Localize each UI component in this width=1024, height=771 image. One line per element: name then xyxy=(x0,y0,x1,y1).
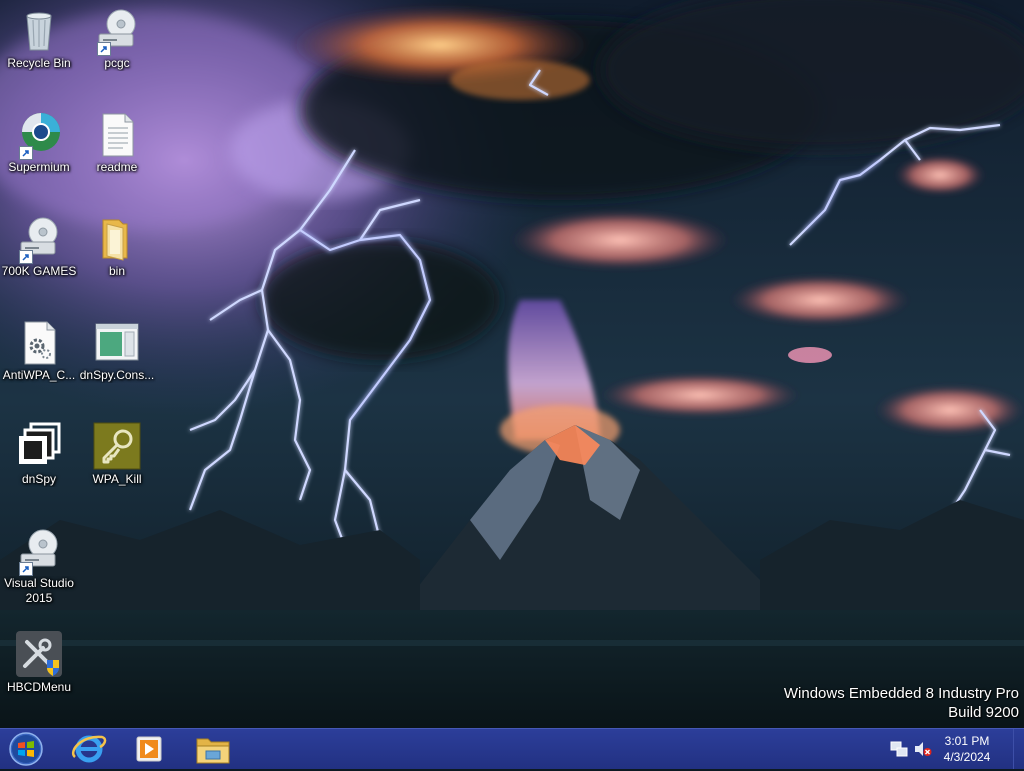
optical-drive-icon xyxy=(93,6,141,56)
desktop-icon-supermium[interactable]: Supermium xyxy=(0,110,78,210)
icon-label: Visual Studio 2015 xyxy=(4,576,74,605)
supermium-browser-icon xyxy=(15,110,63,160)
desktop-icon-wpa-kill[interactable]: WPA_Kill xyxy=(78,422,156,522)
os-edition-text: Windows Embedded 8 Industry Pro xyxy=(783,685,1019,702)
desktop-icon-hbcdmenu[interactable]: HBCDMenu xyxy=(0,630,78,730)
shortcut-arrow-icon xyxy=(19,146,33,160)
windows-start-orb-icon xyxy=(9,732,43,766)
file-explorer-icon xyxy=(196,738,230,764)
desktop-icon-dnspy[interactable]: dnSpy xyxy=(0,422,78,522)
taskbar-clock[interactable]: 3:01 PM 4/3/2024 xyxy=(937,733,997,765)
icon-label: bin xyxy=(108,264,125,278)
desktop-icon-readme[interactable]: readme xyxy=(78,110,156,210)
clock-time: 3:01 PM xyxy=(944,734,990,748)
taskbar-media-player[interactable] xyxy=(126,731,172,767)
app-window-icon xyxy=(93,318,141,366)
folder-icon xyxy=(93,214,141,262)
icon-label: dnSpy xyxy=(21,472,57,486)
clock-date: 4/3/2024 xyxy=(943,750,991,764)
volume-muted-icon xyxy=(915,742,932,756)
key-icon xyxy=(93,422,141,470)
icon-label: Recycle Bin xyxy=(7,56,71,70)
icon-label: dnSpy.Cons... xyxy=(79,368,155,382)
desktop-icon-antiwpa-config[interactable]: AntiWPA_C... xyxy=(0,318,78,418)
taskbar-internet-explorer[interactable] xyxy=(66,731,112,767)
desktop-icon-dnspy-console[interactable]: dnSpy.Cons... xyxy=(78,318,156,418)
tools-shield-icon xyxy=(15,630,63,678)
optical-drive-icon xyxy=(15,214,63,264)
shortcut-arrow-icon xyxy=(97,42,111,56)
shortcut-arrow-icon xyxy=(19,250,33,264)
icon-label: Supermium xyxy=(8,160,70,174)
desktop-icon-bin[interactable]: bin xyxy=(78,214,156,314)
recycle-bin-icon xyxy=(15,6,63,54)
internet-explorer-icon xyxy=(72,735,107,763)
config-file-icon xyxy=(15,318,63,366)
desktop-icon-visual-studio-2015[interactable]: Visual Studio 2015 xyxy=(0,526,78,626)
icon-label: pcgc xyxy=(104,56,130,70)
icon-label: readme xyxy=(96,160,138,174)
media-player-icon xyxy=(136,736,162,762)
icon-label: WPA_Kill xyxy=(92,472,142,486)
show-desktop-button[interactable] xyxy=(1013,729,1024,769)
optical-drive-icon xyxy=(15,526,63,576)
os-build-text: Build 9200 xyxy=(948,704,1019,721)
desktop-icon-pcgc[interactable]: pcgc xyxy=(78,6,156,106)
desktop-icon-recycle-bin[interactable]: Recycle Bin xyxy=(0,6,78,106)
start-button[interactable] xyxy=(6,731,46,767)
desktop-icon-700k-games[interactable]: 700K GAMES xyxy=(0,214,78,314)
shortcut-arrow-icon xyxy=(19,562,33,576)
icon-label: 700K GAMES xyxy=(1,264,77,278)
tray-network[interactable] xyxy=(890,740,908,758)
os-edition-watermark: Windows Embedded 8 Industry Pro Build 92… xyxy=(784,684,1019,722)
network-icon xyxy=(890,741,908,757)
taskbar-file-explorer[interactable] xyxy=(190,731,236,767)
text-file-icon xyxy=(93,110,141,158)
taskbar: 3:01 PM 4/3/2024 xyxy=(0,728,1024,769)
icon-label: AntiWPA_C... xyxy=(2,368,76,382)
dnspy-icon xyxy=(15,422,63,470)
icon-label: HBCDMenu xyxy=(6,680,72,694)
tray-volume[interactable] xyxy=(914,740,932,758)
